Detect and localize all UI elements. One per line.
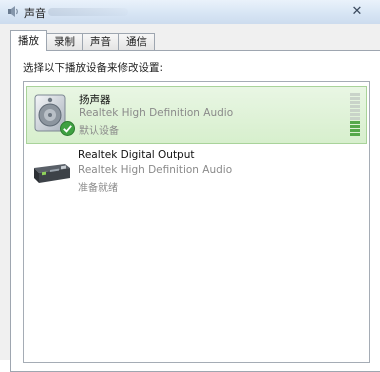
device-name: 扬声器 bbox=[79, 94, 111, 106]
tab-playback[interactable]: 播放 bbox=[10, 30, 47, 51]
default-device-check-icon bbox=[60, 121, 75, 136]
playback-panel: 选择以下播放设备来修改设置: 扬声器 Realtek High Definiti… bbox=[10, 50, 380, 372]
title-bar: 声音 ✕ bbox=[0, 0, 380, 25]
device-item-digital-output[interactable]: Realtek Digital Output Realtek High Defi… bbox=[26, 144, 365, 200]
close-icon: ✕ bbox=[351, 3, 363, 19]
device-status: 默认设备 bbox=[79, 126, 119, 137]
device-driver: Realtek High Definition Audio bbox=[78, 164, 233, 176]
tab-strip: 播放 录制 声音 通信 bbox=[10, 30, 155, 51]
instruction-text: 选择以下播放设备来修改设置: bbox=[23, 62, 164, 74]
tab-communications[interactable]: 通信 bbox=[118, 33, 155, 51]
window-body: 播放 录制 声音 通信 选择以下播放设备来修改设置: 扬声器 Realtek H… bbox=[0, 24, 380, 372]
close-button[interactable]: ✕ bbox=[342, 2, 372, 20]
sound-app-icon bbox=[8, 6, 18, 17]
device-driver: Realtek High Definition Audio bbox=[79, 107, 234, 119]
device-list[interactable]: 扬声器 Realtek High Definition Audio 默认设备 R… bbox=[23, 81, 370, 363]
volume-meter bbox=[350, 93, 360, 137]
title-blur bbox=[48, 8, 128, 16]
window-title: 声音 bbox=[24, 7, 46, 20]
device-name: Realtek Digital Output bbox=[78, 149, 195, 161]
device-item-speakers[interactable]: 扬声器 Realtek High Definition Audio 默认设备 bbox=[26, 86, 367, 144]
digital-output-icon bbox=[34, 164, 70, 183]
device-status: 准备就绪 bbox=[78, 183, 118, 194]
tab-sounds[interactable]: 声音 bbox=[82, 33, 119, 51]
tab-recording[interactable]: 录制 bbox=[46, 33, 83, 51]
